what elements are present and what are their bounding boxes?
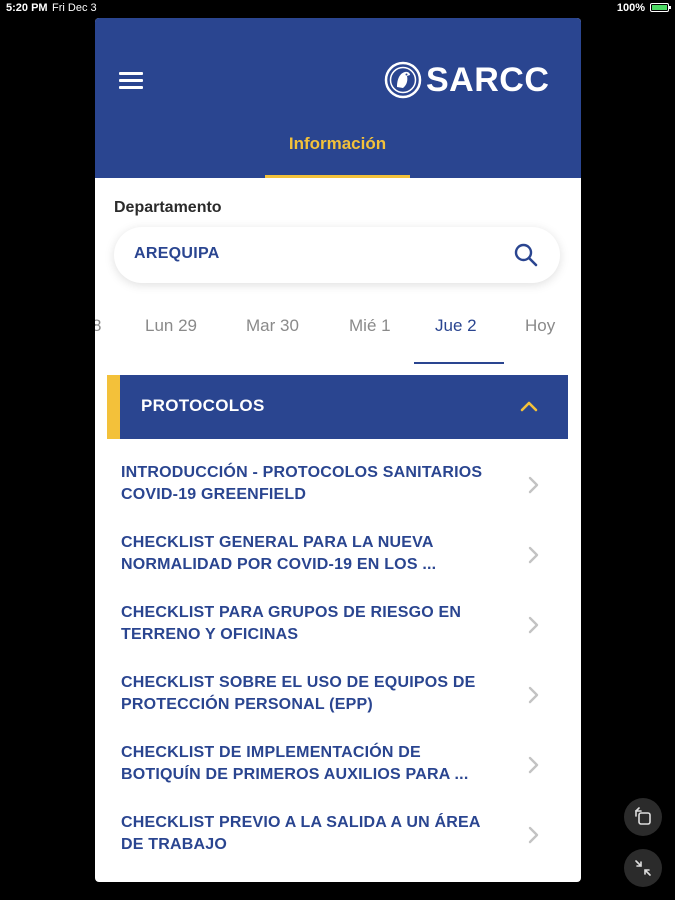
tab-informacion[interactable]: Información [265, 130, 410, 178]
status-time: 5:20 PM [6, 2, 48, 14]
hamburger-icon[interactable] [119, 72, 143, 89]
list-item[interactable]: CHECKLIST GENERAL PARA LA NUEVA NORMALIDA… [95, 518, 581, 588]
list-item[interactable]: CHECKLIST DE IMPLEMENTACIÓN DE BOTIQUÍN D… [95, 728, 581, 798]
logo: SARCC [384, 59, 549, 101]
chevron-right-icon [528, 546, 539, 564]
tab-informacion-label: Información [288, 134, 387, 153]
date-tab-partial[interactable]: 8 [95, 316, 101, 336]
date-tab-hoy[interactable]: Hoy [525, 316, 555, 336]
department-value: AREQUIPA [134, 245, 220, 262]
chevron-right-icon [528, 756, 539, 774]
chevron-up-icon [520, 401, 538, 412]
logo-text: SARCC [426, 60, 550, 99]
section-accent-bar [107, 375, 120, 439]
list-item-title: CHECKLIST SOBRE EL USO DE EQUIPOS DE PROT… [121, 674, 476, 713]
list-item-title: CHECKLIST PARA GRUPOS DE RIESGO EN TERREN… [121, 604, 462, 643]
section-title: PROTOCOLOS [141, 396, 265, 415]
list-item-title: INTRODUCCIÓN - PROTOCOLOS SANITARIOS COVI… [121, 464, 483, 503]
status-bar: 5:20 PM Fri Dec 3 100% [0, 0, 675, 16]
search-icon[interactable] [513, 242, 539, 268]
list-item-title: CHECKLIST GENERAL PARA LA NUEVA NORMALIDA… [121, 534, 437, 573]
list-item[interactable]: INTRODUCCIÓN - PROTOCOLOS SANITARIOS COVI… [95, 448, 581, 518]
list-item[interactable]: CHECKLIST SOBRE EL USO DE EQUIPOS DE PROT… [95, 658, 581, 728]
date-tab-mar-30[interactable]: Mar 30 [246, 316, 299, 336]
chevron-right-icon [528, 686, 539, 704]
date-tab-lun-29[interactable]: Lun 29 [145, 316, 197, 336]
chevron-right-icon [528, 616, 539, 634]
tab-active-indicator [265, 175, 410, 178]
date-tabs: 8 Lun 29 Mar 30 Mié 1 Jue 2 Hoy [95, 316, 581, 366]
rotate-button[interactable] [624, 798, 662, 836]
logo-bird-icon [384, 61, 422, 99]
department-search-field[interactable]: AREQUIPA [114, 227, 560, 283]
shrink-button[interactable] [624, 849, 662, 887]
list-item-title: CHECKLIST PREVIO A LA SALIDA A UN ÁREA DE… [121, 814, 481, 853]
section-protocolos-header[interactable]: PROTOCOLOS [107, 375, 568, 439]
date-tab-jue-2[interactable]: Jue 2 [435, 316, 477, 336]
chevron-right-icon [528, 826, 539, 844]
chevron-right-icon [528, 476, 539, 494]
department-label: Departamento [114, 199, 222, 216]
list-item[interactable]: CHECKLIST PARA GRUPOS DE RIESGO EN TERREN… [95, 588, 581, 658]
app-window: SARCC Información Departamento AREQUIPA … [95, 18, 581, 882]
date-active-indicator [414, 362, 504, 364]
status-date: Fri Dec 3 [52, 2, 97, 14]
battery-percent: 100% [616, 2, 645, 14]
battery-icon [650, 3, 671, 12]
list-item-title: CHECKLIST DE IMPLEMENTACIÓN DE BOTIQUÍN D… [121, 744, 469, 783]
app-header: SARCC Información [95, 18, 581, 178]
rotate-icon [635, 807, 651, 825]
shrink-icon [635, 860, 651, 876]
list-item[interactable]: CHECKLIST PREVIO A LA SALIDA A UN ÁREA DE… [95, 798, 581, 868]
date-tab-mie-1[interactable]: Mié 1 [349, 316, 391, 336]
